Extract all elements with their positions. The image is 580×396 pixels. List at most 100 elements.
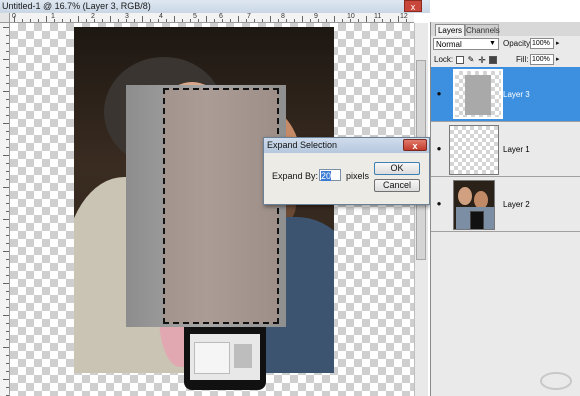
ruler-tick <box>286 19 287 22</box>
ruler-tick <box>6 75 9 76</box>
ruler-tick <box>94 19 95 22</box>
ruler-tick <box>174 16 175 22</box>
cancel-button[interactable]: Cancel <box>374 179 420 192</box>
eye-icon[interactable]: ● <box>434 89 444 99</box>
ruler-tick <box>214 19 215 22</box>
dialog-close-button[interactable]: x <box>403 139 427 151</box>
ruler-tick <box>406 19 407 22</box>
ruler-tick <box>246 19 247 22</box>
ruler-tick <box>6 131 9 132</box>
ok-button[interactable]: OK <box>374 162 420 175</box>
layer-thumbnail <box>453 180 495 230</box>
eye-icon[interactable]: ● <box>434 199 444 209</box>
ruler-tick <box>78 16 79 22</box>
ruler-tick <box>6 83 9 84</box>
ruler-tick <box>222 19 223 22</box>
ruler-tick <box>38 19 39 22</box>
fill-input[interactable]: 100% <box>530 54 554 65</box>
ruler-tick <box>150 19 151 22</box>
ruler-tick <box>126 19 127 22</box>
ruler-tick <box>110 16 111 22</box>
ruler-tick <box>62 19 63 22</box>
lock-paint-icon[interactable]: ✎ <box>467 56 475 64</box>
ruler-tick <box>6 147 9 148</box>
ruler-tick <box>22 19 23 22</box>
ruler-tick <box>6 35 9 36</box>
layer-row-layer-3[interactable]: ● Layer 3 <box>431 67 580 122</box>
opacity-value: 100% <box>532 40 550 47</box>
ruler-label: 4 <box>159 13 163 20</box>
ruler-label: 5 <box>193 13 197 20</box>
opacity-input[interactable]: 100% <box>530 38 554 49</box>
ruler-tick <box>3 187 9 188</box>
ruler-tick <box>6 195 9 196</box>
tablet-inner-thumb <box>234 344 252 368</box>
opacity-label: Opacity: <box>503 39 533 48</box>
lock-move-icon[interactable]: ✛ <box>478 56 486 65</box>
fill-slider-arrow[interactable]: ▸ <box>556 55 560 65</box>
ruler-tick <box>54 19 55 22</box>
blend-mode-value: Normal <box>436 40 462 49</box>
tablet-lower-screen <box>190 334 260 380</box>
ruler-tick <box>3 379 9 380</box>
ruler-tick <box>6 227 9 228</box>
document-close-button[interactable]: x <box>404 0 422 12</box>
units-label: pixels <box>346 171 370 181</box>
ruler-tick <box>6 323 9 324</box>
layer-name: Layer 1 <box>503 145 530 154</box>
marching-ants-selection[interactable] <box>163 88 279 324</box>
opacity-slider-arrow[interactable]: ▸ <box>556 39 560 49</box>
ruler-tick <box>6 171 9 172</box>
ruler-tick <box>302 16 303 22</box>
layer-row-layer-1[interactable]: ● Layer 1 <box>431 122 580 177</box>
close-icon: x <box>412 141 418 151</box>
document-title-bar: Untitled-1 @ 16.7% (Layer 3, RGB/8) <box>0 0 430 13</box>
ruler-tick <box>134 19 135 22</box>
tab-channels[interactable]: Channels <box>465 24 500 36</box>
ruler-tick <box>294 19 295 22</box>
ruler-tick <box>238 16 239 22</box>
chevron-down-icon: ▼ <box>489 40 496 47</box>
lock-label: Lock: <box>434 55 454 64</box>
layer-row-layer-2[interactable]: ● Layer 2 <box>431 177 580 232</box>
ruler-tick <box>6 43 9 44</box>
layer-thumbnail <box>453 69 503 119</box>
ruler-tick <box>6 275 9 276</box>
ruler-tick <box>118 19 119 22</box>
ruler-tick <box>358 19 359 22</box>
tablet-inner-window <box>194 342 230 374</box>
expand-by-input[interactable]: 20 <box>319 169 341 181</box>
ruler-tick <box>366 16 367 22</box>
ruler-tick <box>374 19 375 22</box>
thumb-tablet <box>470 211 484 229</box>
ruler-tick <box>6 387 9 388</box>
ruler-tick <box>6 363 9 364</box>
ruler-tick <box>6 291 9 292</box>
expand-by-label: Expand By: <box>272 171 319 181</box>
expand-selection-dialog: Expand Selection x Expand By: 20 pixels … <box>263 137 430 205</box>
tab-layers[interactable]: Layers <box>435 24 465 36</box>
ruler-tick <box>158 19 159 22</box>
ruler-tick <box>6 139 9 140</box>
ruler-tick <box>350 19 351 22</box>
eye-icon[interactable]: ● <box>434 144 444 154</box>
fill-value: 100% <box>532 56 550 63</box>
ruler-tick <box>6 163 9 164</box>
ruler-tick <box>6 235 9 236</box>
ruler-tick <box>3 219 9 220</box>
ruler-tick <box>6 243 9 244</box>
ruler-tick <box>190 19 191 22</box>
watermark-logo <box>540 372 572 390</box>
ruler-tick <box>230 19 231 22</box>
vertical-ruler[interactable] <box>0 23 10 396</box>
ruler-tick <box>198 19 199 22</box>
ruler-tick <box>3 315 9 316</box>
ruler-tick <box>6 179 9 180</box>
ruler-tick <box>390 19 391 22</box>
ruler-tick <box>86 19 87 22</box>
lock-transparency-icon[interactable] <box>456 56 464 64</box>
lock-all-icon[interactable] <box>489 56 497 64</box>
horizontal-ruler[interactable]: 0 1 2 3 4 5 6 7 8 9 10 11 12 <box>10 13 414 23</box>
ruler-tick <box>14 16 15 22</box>
ruler-corner <box>0 13 10 23</box>
